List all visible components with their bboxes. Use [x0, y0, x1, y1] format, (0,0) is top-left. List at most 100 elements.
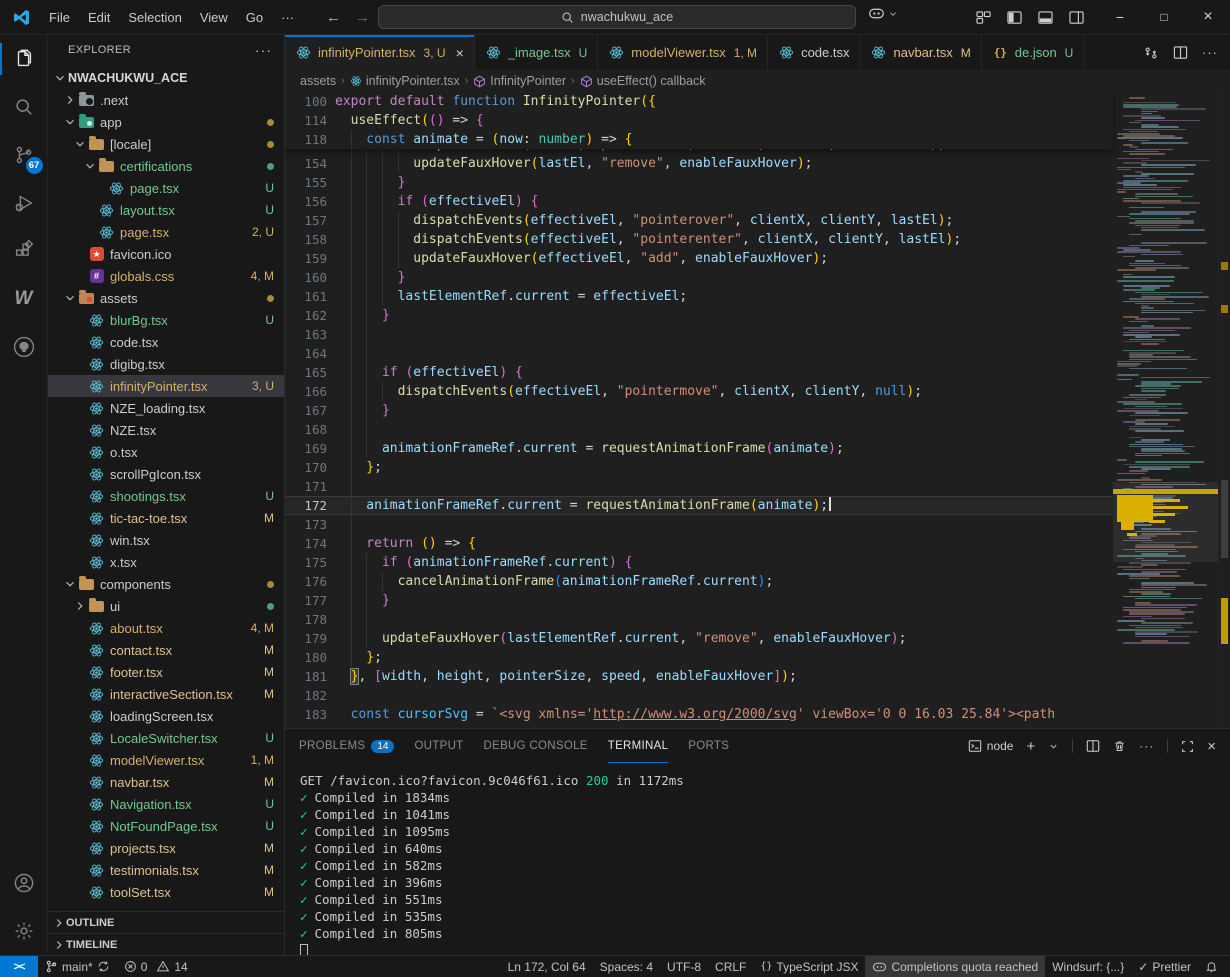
code-line-167[interactable]: 167}	[285, 401, 1113, 420]
code-line-181[interactable]: 181}, [width, height, pointerSize, speed…	[285, 667, 1113, 686]
code-line-166[interactable]: 166dispatchEvents(effectiveEl, "pointerm…	[285, 382, 1113, 401]
copilot-status[interactable]: Completions quota reached	[865, 956, 1045, 977]
tree-item-digibg-tsx[interactable]: digibg.tsx	[48, 353, 284, 375]
code-line-172[interactable]: 172animationFrameRef.current = requestAn…	[285, 496, 1113, 515]
tab-de-json[interactable]: {}de.jsonU	[982, 35, 1085, 70]
code-line-114[interactable]: 114useEffect(() => {	[285, 111, 1113, 130]
tab-modelviewer-tsx[interactable]: modelViewer.tsx1, M	[598, 35, 768, 70]
code-line-162[interactable]: 162}	[285, 306, 1113, 325]
code-line-157[interactable]: 157dispatchEvents(effectiveEl, "pointero…	[285, 211, 1113, 230]
tree-item-certifications[interactable]: certifications	[48, 155, 284, 177]
code-line-168[interactable]: 168	[285, 420, 1113, 439]
section-outline[interactable]: OUTLINE	[48, 911, 284, 933]
menu-go[interactable]: Go	[237, 6, 272, 29]
breadcrumb-assets[interactable]: assets	[300, 74, 336, 88]
tree-item-nwachukwu-ace[interactable]: NWACHUKWU_ACE	[48, 67, 284, 89]
code-line-183[interactable]: 183const cursorSvg = `<svg xmlns='http:/…	[285, 705, 1113, 724]
code-line-175[interactable]: 175if (animationFrameRef.current) {	[285, 553, 1113, 572]
tree-item-globals-css[interactable]: #globals.css4, M	[48, 265, 284, 287]
split-terminal-icon[interactable]	[1086, 739, 1100, 753]
tree-item-app[interactable]: app	[48, 111, 284, 133]
activitybar-explorer-icon[interactable]	[0, 35, 48, 83]
code-line-170[interactable]: 170};	[285, 458, 1113, 477]
tree-item-page-tsx[interactable]: page.tsx2, U	[48, 221, 284, 243]
window-close-button[interactable]: ×	[1186, 0, 1230, 34]
code-line-171[interactable]: 171	[285, 477, 1113, 496]
tree-item-blurbg-tsx[interactable]: blurBg.tsxU	[48, 309, 284, 331]
activitybar-extensions-icon[interactable]	[0, 227, 48, 275]
tree-item-about-tsx[interactable]: about.tsx4, M	[48, 617, 284, 639]
activitybar-windsurf-icon[interactable]: W	[0, 275, 48, 323]
code-line-182[interactable]: 182	[285, 686, 1113, 705]
code-line-156[interactable]: 156if (effectiveEl) {	[285, 192, 1113, 211]
code-line-178[interactable]: 178	[285, 610, 1113, 629]
tree-item-footer-tsx[interactable]: footer.tsxM	[48, 661, 284, 683]
tree-item-contact-tsx[interactable]: contact.tsxM	[48, 639, 284, 661]
terminal-shell-item[interactable]: node	[968, 739, 1014, 753]
branch-status[interactable]: main*	[38, 956, 117, 977]
tree-item-notfoundpage-tsx[interactable]: NotFoundPage.tsxU	[48, 815, 284, 837]
remote-indicator[interactable]: ><	[0, 956, 38, 977]
tree-item-interactivesection-tsx[interactable]: interactiveSection.tsxM	[48, 683, 284, 705]
open-changes-icon[interactable]	[1143, 45, 1159, 61]
panel-more-icon[interactable]: ···	[1139, 739, 1154, 753]
close-panel-icon[interactable]: ×	[1207, 738, 1216, 755]
activitybar-settings-icon[interactable]	[0, 907, 48, 955]
notifications-bell[interactable]	[1198, 956, 1230, 977]
tree-item-shootings-tsx[interactable]: shootings.tsxU	[48, 485, 284, 507]
panel-tab-debug-console[interactable]: DEBUG CONSOLE	[484, 729, 588, 763]
tree-item-x-tsx[interactable]: x.tsx	[48, 551, 284, 573]
activitybar-run-debug-icon[interactable]	[0, 179, 48, 227]
activitybar-source-control-icon[interactable]: 67	[0, 131, 48, 179]
toggle-secondary-sidebar-icon[interactable]	[1069, 10, 1084, 25]
code-line-180[interactable]: 180};	[285, 648, 1113, 667]
copilot-menu[interactable]	[868, 6, 898, 21]
tree-item-nze-tsx[interactable]: NZE.tsx	[48, 419, 284, 441]
eol-status[interactable]: CRLF	[708, 956, 753, 977]
tree-item-favicon-ico[interactable]: ★favicon.ico	[48, 243, 284, 265]
activitybar-search-icon[interactable]	[0, 83, 48, 131]
tree-item-tic-tac-toe-tsx[interactable]: tic-tac-toe.tsxM	[48, 507, 284, 529]
code-line-179[interactable]: 179updateFauxHover(lastElementRef.curren…	[285, 629, 1113, 648]
tree-item-localeswitcher-tsx[interactable]: LocaleSwitcher.tsxU	[48, 727, 284, 749]
breadcrumb-infinitypointer-tsx[interactable]: infinityPointer.tsx	[350, 74, 460, 88]
code-line-169[interactable]: 169animationFrameRef.current = requestAn…	[285, 439, 1113, 458]
tree-item-win-tsx[interactable]: win.tsx	[48, 529, 284, 551]
tab-navbar-tsx[interactable]: navbar.tsxM	[860, 35, 981, 70]
window-minimize-button[interactable]: −	[1098, 0, 1142, 34]
editor-scrollbar[interactable]	[1218, 92, 1230, 728]
new-terminal-icon[interactable]: +	[1026, 738, 1035, 755]
formatter-status[interactable]: ✓ Prettier	[1131, 956, 1198, 977]
code-line-173[interactable]: 173	[285, 515, 1113, 534]
code-line-163[interactable]: 163	[285, 325, 1113, 344]
tree-item-scrollpgicon-tsx[interactable]: scrollPgIcon.tsx	[48, 463, 284, 485]
menu-selection[interactable]: Selection	[119, 6, 190, 29]
menu-view[interactable]: View	[191, 6, 237, 29]
tree-item-infinitypointer-tsx[interactable]: infinityPointer.tsx3, U	[48, 375, 284, 397]
panel-tab-output[interactable]: OUTPUT	[414, 729, 463, 763]
nav-back-icon[interactable]: ←	[326, 9, 341, 26]
tree-item-testimonials-tsx[interactable]: testimonials.tsxM	[48, 859, 284, 881]
tree-item-modelviewer-tsx[interactable]: modelViewer.tsx1, M	[48, 749, 284, 771]
activitybar-github-icon[interactable]	[0, 323, 48, 371]
code-line-176[interactable]: 176cancelAnimationFrame(animationFrameRe…	[285, 572, 1113, 591]
editor[interactable]: dispatchEvents(lastEl, "pointerout", cli…	[285, 92, 1230, 728]
code-line-100[interactable]: 100export default function InfinityPoint…	[285, 92, 1113, 111]
menu-edit[interactable]: Edit	[79, 6, 119, 29]
tab-code-tsx[interactable]: code.tsx	[768, 35, 860, 70]
window-maximize-button[interactable]: □	[1142, 0, 1186, 34]
split-editor-icon[interactable]	[1173, 45, 1188, 60]
toggle-sidebar-icon[interactable]	[1007, 10, 1022, 25]
menu-file[interactable]: File	[40, 6, 79, 29]
tab-infinitypointer-tsx[interactable]: infinityPointer.tsx3, U×	[285, 35, 475, 70]
section-timeline[interactable]: TIMELINE	[48, 933, 284, 955]
panel-tab-problems[interactable]: PROBLEMS14	[299, 729, 394, 763]
cursor-position[interactable]: Ln 172, Col 64	[501, 956, 593, 977]
editor-actions-more-icon[interactable]: ···	[1202, 45, 1218, 60]
code-line-155[interactable]: 155}	[285, 173, 1113, 192]
panel-tab-ports[interactable]: PORTS	[688, 729, 729, 763]
code-line-161[interactable]: 161lastElementRef.current = effectiveEl;	[285, 287, 1113, 306]
nav-forward-icon[interactable]: →	[355, 9, 370, 26]
code-line-177[interactable]: 177}	[285, 591, 1113, 610]
indentation-status[interactable]: Spaces: 4	[593, 956, 660, 977]
